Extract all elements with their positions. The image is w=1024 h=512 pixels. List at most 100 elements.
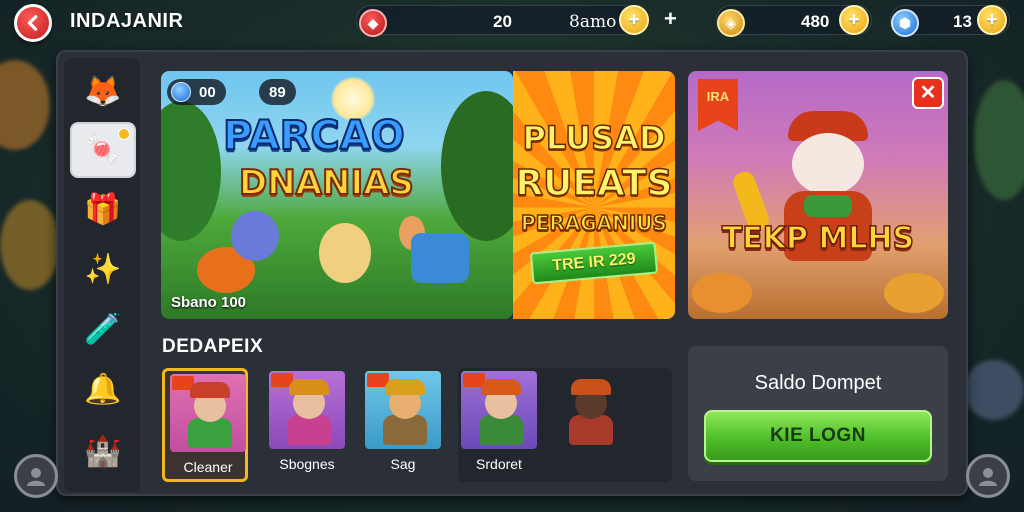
hero-body-shape (287, 415, 331, 445)
bg-decoration (974, 80, 1024, 200)
hero-body-shape (569, 415, 613, 445)
banner-gem-value: 00 (199, 83, 216, 101)
sidebar-item-magic[interactable]: ✨ (70, 242, 136, 298)
bg-decoration (0, 60, 50, 150)
hero-body-shape (479, 415, 523, 445)
ruby-counter: ◆ 20 8amo + (356, 5, 649, 37)
banner-counter: 89 (259, 79, 296, 105)
potion-icon: 🧪 (84, 313, 122, 346)
hero-name: Cleaner (183, 459, 233, 475)
robot-creature-image (411, 233, 469, 283)
gold-value: 480 (801, 12, 830, 31)
hero-portrait (461, 371, 537, 449)
plus-icon: + (986, 9, 998, 31)
hero-hat-shape (289, 379, 329, 395)
hero-card[interactable] (546, 368, 632, 482)
face-shape (792, 133, 864, 195)
bg-decoration (964, 360, 1024, 420)
hero-portrait (551, 371, 627, 449)
hero-name: Sag (390, 456, 416, 472)
banner-title-line2: DNANIAS (238, 162, 415, 204)
hero-portrait (365, 371, 441, 449)
ruby-icon: ◆ (359, 9, 387, 37)
add-gem-button[interactable]: + (977, 5, 1007, 35)
left-avatar-button[interactable] (14, 454, 58, 498)
scarf-shape (804, 195, 852, 217)
login-button[interactable]: KIE LOGN (704, 410, 932, 462)
hero-portrait (170, 374, 246, 452)
gem-counter: ⬢ 13 + (890, 5, 1010, 37)
fox-avatar-icon: 🦊 (84, 75, 122, 108)
close-icon: ✕ (919, 82, 937, 104)
promo-banner[interactable]: PLUSAD RUEATS PERAGANIUS TRE IR 229 (513, 71, 675, 319)
ruby-label: 8amo (569, 12, 617, 32)
castle-icon: 🏰 (84, 435, 122, 468)
gold-pile-decoration (692, 273, 752, 313)
promo-line3: PERAGANIUS (520, 210, 667, 236)
character-card-title: TEKP MLHS (721, 220, 915, 257)
add-ruby-button[interactable]: + (619, 5, 649, 35)
hero-card[interactable]: Cleaner (162, 368, 248, 482)
banner-gem-counter: 00 (167, 79, 226, 105)
sidebar-item-shop[interactable]: 🍬 (70, 122, 136, 178)
promo-line1: PLUSAD (522, 118, 667, 158)
right-avatar-button[interactable] (966, 454, 1010, 498)
close-button[interactable]: ✕ (912, 77, 944, 109)
character-card[interactable]: IRA ✕ TEKP MLHS (688, 71, 948, 319)
back-arrow-icon (27, 15, 38, 31)
hero-hat-shape (385, 379, 425, 395)
plus-icon: + (848, 9, 860, 31)
bell-icon: 🔔 (84, 373, 122, 406)
sidebar-item-alerts[interactable]: 🔔 (70, 362, 136, 418)
app-title: INDAJANIR (70, 10, 184, 32)
wallet-panel: Saldo Dompet KIE LOGN (688, 346, 948, 481)
blue-creature-image (231, 211, 279, 261)
plus-icon: + (628, 9, 640, 31)
wallet-title: Saldo Dompet (754, 372, 882, 394)
add-gold-button[interactable]: + (839, 5, 869, 35)
hero-name: Sbognes (279, 456, 335, 472)
user-silhouette-icon (27, 468, 45, 486)
tree-decoration (161, 101, 221, 241)
banner-counter-value: 89 (269, 83, 286, 101)
plus-separator: + (664, 6, 677, 31)
gold-counter: ◈ 480 + (716, 5, 872, 37)
candy-bag-icon: 🍬 (84, 133, 122, 166)
sidebar-item-profile[interactable]: 🦊 (70, 64, 136, 120)
heroes-section-title: DEDAPEIX (162, 336, 264, 357)
sidebar-item-gifts[interactable]: 🎁 (70, 182, 136, 238)
gold-coin-icon: ◈ (717, 9, 745, 37)
flag-text: IRA (706, 89, 730, 104)
featured-banner[interactable]: 00 89 PARCAO DNANIAS Sbano 100 (161, 71, 513, 319)
tree-decoration (441, 91, 513, 241)
gift-box-icon: 🎁 (84, 193, 122, 226)
hero-hat-shape (481, 379, 521, 395)
hero-name: Srdoret (476, 456, 522, 472)
flag-badge: IRA (698, 79, 738, 131)
hero-body-shape (383, 415, 427, 445)
hero-card[interactable]: Srdoret (456, 368, 542, 482)
bg-decoration (0, 200, 60, 290)
banner-title-line1: PARCAO (222, 112, 406, 160)
hero-hat-shape (190, 382, 230, 398)
banner-caption: Sbano 100 (171, 294, 247, 311)
ruby-value: 20 (493, 12, 512, 31)
notification-dot (118, 128, 130, 140)
promo-line2: RUEATS (515, 162, 674, 205)
gold-pile-decoration (884, 273, 944, 313)
blue-gem-icon: ⬢ (891, 9, 919, 37)
hero-portrait (269, 371, 345, 449)
hero-card[interactable]: Sbognes (264, 368, 350, 482)
promo-ribbon: TRE IR 229 (529, 241, 659, 285)
sidebar-item-boosts[interactable]: 🧪 (70, 302, 136, 358)
gem-value: 13 (953, 12, 972, 31)
hero-hat-shape (571, 379, 611, 395)
top-bar: INDAJANIR ◆ 20 8amo + + ◈ 480 + ⬢ 13 + (0, 0, 1024, 44)
blue-gem-icon (171, 82, 191, 102)
back-button[interactable] (14, 4, 52, 42)
hero-body-shape (188, 418, 232, 448)
sidebar-item-guild[interactable]: 🏰 (70, 424, 136, 480)
user-silhouette-icon (979, 468, 997, 486)
cat-creature-image (319, 223, 371, 283)
hero-card[interactable]: Sag (360, 368, 446, 482)
